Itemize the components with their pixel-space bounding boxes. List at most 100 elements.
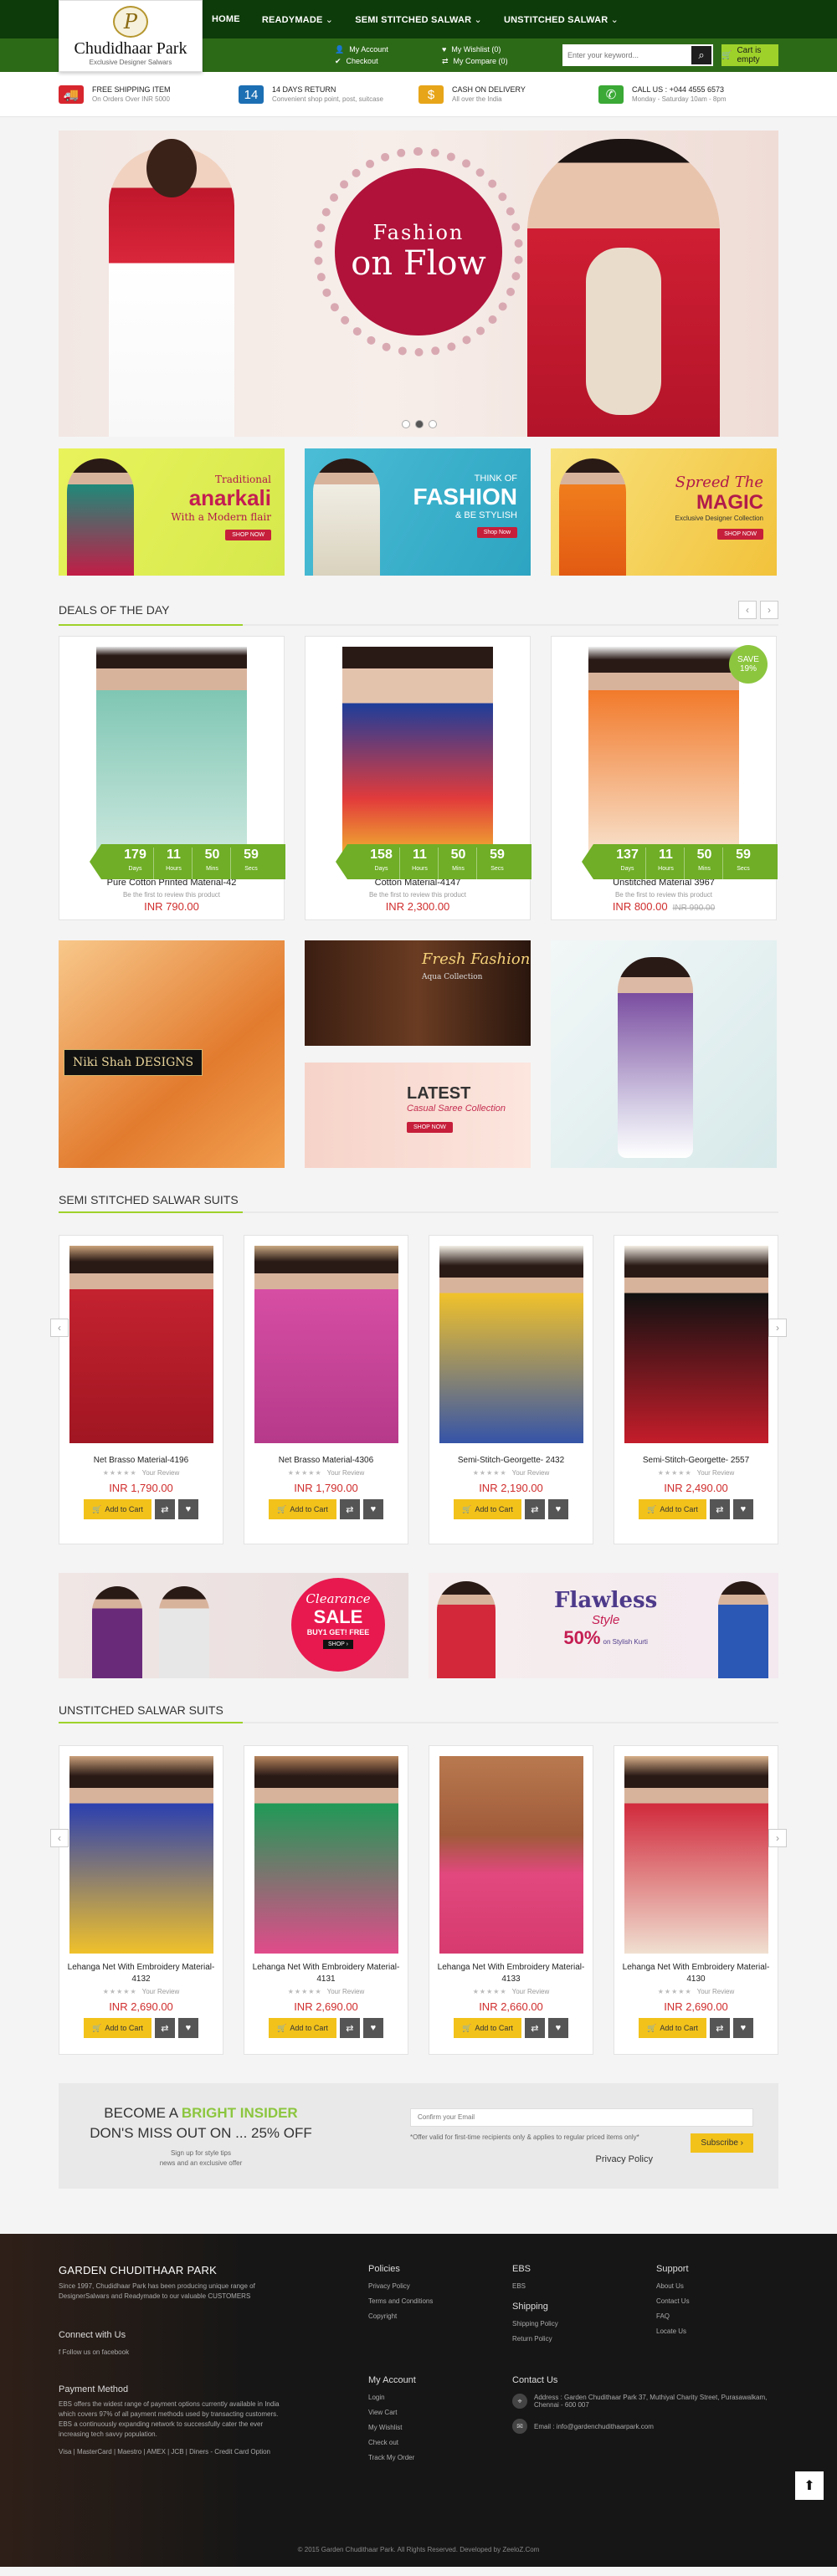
review-link[interactable]: Your Review: [142, 1469, 180, 1477]
footer-email[interactable]: Email : info@gardenchudithaarpark.com: [534, 2423, 654, 2430]
product-review[interactable]: Be the first to review this product: [59, 891, 284, 899]
footer-link[interactable]: Contact Us: [656, 2297, 778, 2305]
footer-link[interactable]: About Us: [656, 2282, 778, 2290]
product-card[interactable]: Lehanga Net With Embroidery Material-413…: [429, 1745, 593, 2055]
promo-fashion[interactable]: THINK OF FASHION & BE STYLISH Shop Now: [305, 448, 531, 576]
hero-slider[interactable]: Fashion on Flow: [59, 131, 778, 437]
nav-readymade[interactable]: READYMADE: [262, 14, 333, 25]
footer-link[interactable]: Return Policy: [512, 2335, 656, 2343]
review-link[interactable]: Your Review: [327, 1988, 365, 1995]
subscribe-button[interactable]: Subscribe ›: [691, 2133, 753, 2153]
back-to-top-icon[interactable]: ⬆: [795, 2471, 824, 2500]
add-to-cart-button[interactable]: 🛒 Add to Cart: [639, 2018, 706, 2038]
compare-icon[interactable]: ⇄: [154, 1499, 175, 1519]
review-link[interactable]: Your Review: [697, 1469, 735, 1477]
product-image[interactable]: [254, 1246, 398, 1443]
deal-card[interactable]: 179 Days 11 Hours 50 Mins 59 Secs Pure Cotton Pr…: [59, 636, 285, 920]
product-name[interactable]: Lehanga Net With Embroidery Material-413…: [244, 1962, 408, 1985]
wishlist-heart-icon[interactable]: ♥: [732, 2018, 753, 2038]
next-arrow-icon[interactable]: ›: [760, 601, 778, 619]
add-to-cart-button[interactable]: 🛒 Add to Cart: [84, 2018, 151, 2038]
add-to-cart-button[interactable]: 🛒 Add to Cart: [84, 1499, 151, 1519]
footer-link[interactable]: Check out: [368, 2439, 512, 2446]
promo-magic[interactable]: Spreed The MAGIC Exclusive Designer Coll…: [551, 448, 777, 576]
promo-shop-button[interactable]: SHOP NOW: [717, 529, 763, 540]
banner-fresh-fashion[interactable]: Fresh Fashion Aqua Collection: [305, 940, 531, 1046]
facebook-link[interactable]: f Follow us on facebook: [59, 2348, 368, 2356]
clearance-shop-button[interactable]: SHOP ›: [323, 1640, 353, 1649]
product-image[interactable]: [96, 647, 247, 864]
deal-card[interactable]: SAVE 19% 137 Days 11 Hours 50 Mins 59 Secs Unstitc…: [551, 636, 778, 920]
add-to-cart-button[interactable]: 🛒 Add to Cart: [269, 2018, 336, 2038]
wishlist-heart-icon[interactable]: ♥: [547, 1499, 568, 1519]
product-name[interactable]: Net Brasso Material-4306: [244, 1455, 408, 1467]
product-name[interactable]: Lehanga Net With Embroidery Material-413…: [59, 1962, 223, 1985]
footer-link[interactable]: Privacy Policy: [368, 2282, 512, 2290]
product-image[interactable]: [69, 1246, 213, 1443]
footer-link[interactable]: Track My Order: [368, 2454, 512, 2461]
banner-latest-saree[interactable]: LATEST Casual Saree Collection SHOP NOW: [305, 1063, 531, 1168]
compare-icon[interactable]: ⇄: [339, 1499, 360, 1519]
product-image[interactable]: [254, 1756, 398, 1954]
product-name[interactable]: Lehanga Net With Embroidery Material-413…: [429, 1962, 593, 1985]
footer-link[interactable]: View Cart: [368, 2409, 512, 2416]
product-image[interactable]: [588, 647, 739, 864]
compare-icon[interactable]: ⇄: [524, 2018, 545, 2038]
product-card[interactable]: Net Brasso Material-4196 ★★★★★ Your Review…: [59, 1235, 223, 1544]
wishlist-heart-icon[interactable]: ♥: [177, 1499, 198, 1519]
product-card[interactable]: Lehanga Net With Embroidery Material-413…: [244, 1745, 408, 2055]
wishlist-heart-icon[interactable]: ♥: [177, 2018, 198, 2038]
privacy-policy-link[interactable]: Privacy Policy: [410, 2154, 653, 2164]
banner-clearance[interactable]: Clearance SALE BUY1 GET! FREE SHOP ›: [59, 1573, 408, 1678]
product-card[interactable]: Semi-Stitch-Georgette- 2557 ★★★★★ Your Rev…: [614, 1235, 778, 1544]
site-logo[interactable]: P Chudidhaar Park Exclusive Designer Sal…: [59, 0, 203, 72]
review-link[interactable]: Your Review: [512, 1469, 550, 1477]
compare-icon[interactable]: ⇄: [524, 1499, 545, 1519]
footer-link[interactable]: FAQ: [656, 2312, 778, 2320]
product-name[interactable]: Lehanga Net With Embroidery Material-413…: [614, 1962, 778, 1985]
product-review[interactable]: Be the first to review this product: [552, 891, 776, 899]
promo-shop-button[interactable]: SHOP NOW: [225, 530, 271, 540]
next-arrow-icon[interactable]: ›: [768, 1829, 787, 1847]
slider-dot[interactable]: [402, 420, 410, 428]
add-to-cart-button[interactable]: 🛒 Add to Cart: [639, 1499, 706, 1519]
compare-icon[interactable]: ⇄: [339, 2018, 360, 2038]
prev-arrow-icon[interactable]: ‹: [738, 601, 757, 619]
search-icon[interactable]: ⌕: [690, 44, 713, 66]
my-account-link[interactable]: 👤 My Account: [335, 45, 442, 54]
compare-icon[interactable]: ⇄: [709, 2018, 730, 2038]
review-link[interactable]: Your Review: [697, 1988, 735, 1995]
footer-link[interactable]: My Wishlist: [368, 2424, 512, 2431]
prev-arrow-icon[interactable]: ‹: [50, 1829, 69, 1847]
banner-designs[interactable]: Niki Shah DESIGNS: [59, 940, 285, 1168]
checkout-link[interactable]: ✔ Checkout: [335, 57, 442, 66]
wishlist-heart-icon[interactable]: ♥: [362, 1499, 383, 1519]
banner-flawless[interactable]: Flawless Style 50% on Stylish Kurti: [429, 1573, 778, 1678]
nav-semi-stitched[interactable]: SEMI STITCHED SALWAR: [355, 14, 482, 25]
review-link[interactable]: Your Review: [327, 1469, 365, 1477]
product-name[interactable]: Semi-Stitch-Georgette- 2557: [614, 1455, 778, 1467]
product-image[interactable]: [69, 1756, 213, 1954]
search-input[interactable]: [562, 44, 690, 66]
product-name[interactable]: Semi-Stitch-Georgette- 2432: [429, 1455, 593, 1467]
add-to-cart-button[interactable]: 🛒 Add to Cart: [454, 1499, 521, 1519]
newsletter-email-input[interactable]: [410, 2107, 753, 2127]
slider-dot[interactable]: [415, 420, 424, 428]
prev-arrow-icon[interactable]: ‹: [50, 1319, 69, 1337]
review-link[interactable]: Your Review: [142, 1988, 180, 1995]
product-card[interactable]: Semi-Stitch-Georgette- 2432 ★★★★★ Your Rev…: [429, 1235, 593, 1544]
footer-link[interactable]: Terms and Conditions: [368, 2297, 512, 2305]
product-image[interactable]: [624, 1246, 768, 1443]
add-to-cart-button[interactable]: 🛒 Add to Cart: [454, 2018, 521, 2038]
banner-shop-button[interactable]: SHOP NOW: [407, 1122, 453, 1133]
product-image[interactable]: [624, 1756, 768, 1954]
wishlist-heart-icon[interactable]: ♥: [732, 1499, 753, 1519]
footer-link[interactable]: Shipping Policy: [512, 2320, 656, 2328]
compare-link[interactable]: ⇄ My Compare (0): [442, 57, 551, 66]
compare-icon[interactable]: ⇄: [154, 2018, 175, 2038]
compare-icon[interactable]: ⇄: [709, 1499, 730, 1519]
wishlist-heart-icon[interactable]: ♥: [547, 2018, 568, 2038]
promo-anarkali[interactable]: Traditional anarkali With a Modern flair…: [59, 448, 285, 576]
product-image[interactable]: [439, 1246, 583, 1443]
product-card[interactable]: Net Brasso Material-4306 ★★★★★ Your Review…: [244, 1235, 408, 1544]
